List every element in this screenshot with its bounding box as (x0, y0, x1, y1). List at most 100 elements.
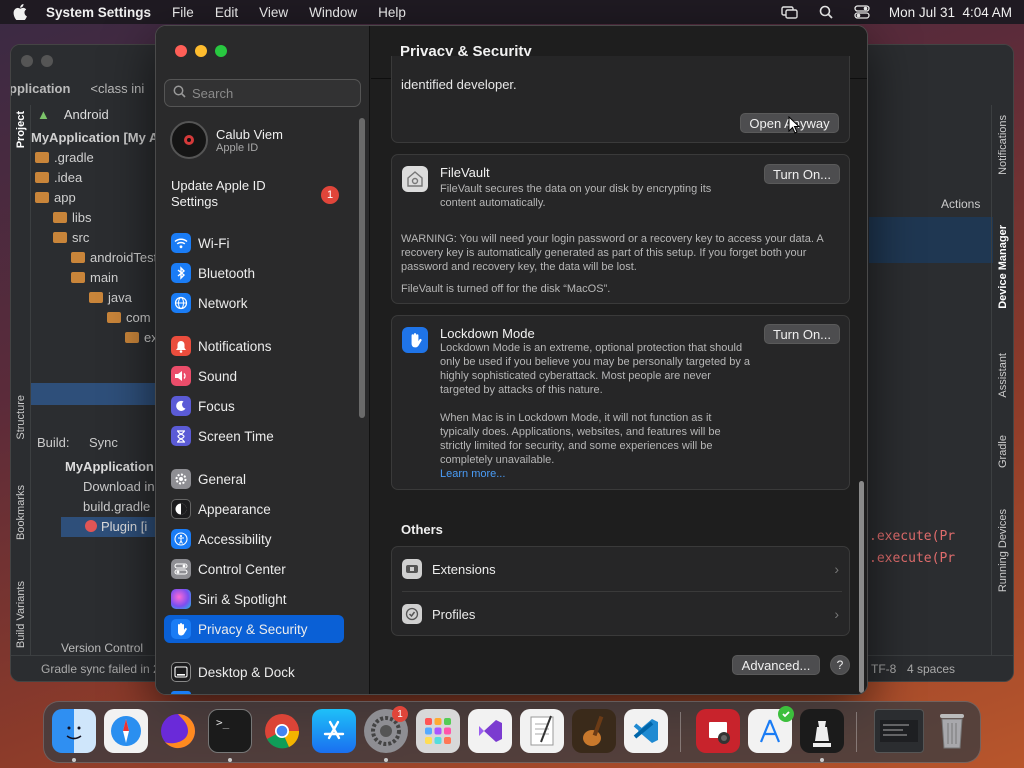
sidebar-item-general[interactable]: General (164, 465, 345, 493)
terminal-icon[interactable]: >_ (208, 709, 252, 753)
build-tab[interactable]: Build: (37, 435, 70, 450)
chrome-icon[interactable] (260, 709, 304, 753)
garageband-icon[interactable] (572, 709, 616, 753)
sidebar-item-privacy-security[interactable]: Privacy & Security (164, 615, 344, 643)
tree-row[interactable]: app (35, 187, 76, 207)
sidebar-item-screen-time[interactable]: Screen Time (164, 422, 345, 450)
build-tree-gradle[interactable]: build.gradle (83, 499, 150, 514)
learn-more-link[interactable]: Learn more... (440, 467, 505, 481)
ide-close-button[interactable] (21, 55, 33, 67)
sidebar-item-siri-spotlight[interactable]: Siri & Spotlight (164, 585, 345, 613)
menu-clock[interactable]: Mon Jul 31 4:04 AM (889, 5, 1012, 20)
notifications-tool-tab[interactable]: Notifications (997, 115, 1009, 175)
firefox-icon[interactable] (156, 709, 200, 753)
trash-icon[interactable] (930, 709, 974, 753)
tree-row[interactable]: java (89, 287, 132, 307)
build-tree-plugin[interactable]: Plugin [i (101, 519, 147, 534)
photo-booth-icon[interactable] (696, 709, 740, 753)
sidebar-item-network[interactable]: Network (164, 289, 345, 317)
status-message[interactable]: Gradle sync failed in 2 (41, 662, 160, 676)
content-scrollbar[interactable] (859, 481, 864, 693)
breadcrumb-class[interactable]: <class ini (90, 81, 144, 103)
sidebar-item-appearance[interactable]: Appearance (164, 495, 345, 523)
visual-studio-icon[interactable] (468, 709, 512, 753)
minimize-button[interactable] (195, 45, 207, 57)
close-button[interactable] (175, 45, 187, 57)
sidebar-item-bluetooth[interactable]: Bluetooth (164, 259, 345, 287)
help-menu[interactable]: Help (378, 5, 406, 20)
tree-row[interactable]: com (107, 307, 151, 327)
tree-row[interactable]: libs (53, 207, 92, 227)
extensions-row[interactable]: Extensions › (392, 547, 849, 591)
window-menu[interactable]: Window (309, 5, 357, 20)
sidebar-item-accessibility[interactable]: Accessibility (164, 525, 345, 553)
structure-tool-tab[interactable]: Structure (15, 395, 27, 440)
apple-id-account[interactable]: Calub Viem Apple ID (170, 118, 360, 162)
device-row[interactable] (869, 217, 993, 263)
sidebar-item-notifications[interactable]: Notifications (164, 332, 345, 360)
profiles-row[interactable]: Profiles › (392, 592, 849, 636)
project-tool-tab[interactable]: Project (15, 111, 27, 148)
build-variants-tool-tab[interactable]: Build Variants (15, 581, 27, 648)
version-control-tab[interactable]: Version Control (61, 641, 143, 655)
build-tree-download[interactable]: Download in (83, 479, 155, 494)
launchpad-icon[interactable] (416, 709, 460, 753)
app-store-icon[interactable] (312, 709, 356, 753)
filevault-turn-on-button[interactable]: Turn On... (764, 164, 840, 184)
advanced-button[interactable]: Advanced... (732, 655, 820, 675)
apple-icon[interactable] (12, 4, 28, 20)
app-menu[interactable]: System Settings (46, 5, 151, 20)
hand-icon (402, 327, 428, 353)
screen-mirroring-icon[interactable] (781, 4, 799, 20)
zoom-button[interactable] (215, 45, 227, 57)
search-field[interactable] (164, 79, 361, 107)
running-devices-tool-tab[interactable]: Running Devices (997, 509, 1009, 592)
sidebar-item-wifi[interactable]: Wi-Fi (164, 229, 345, 257)
project-panel: ▲ Android MyApplication [My A .gradle .i… (31, 105, 161, 405)
sidebar-item-control-center[interactable]: Control Center (164, 555, 345, 583)
ide-breadcrumb: pplication <class ini (11, 81, 144, 103)
edit-menu[interactable]: Edit (215, 5, 238, 20)
tree-row[interactable]: .idea (35, 167, 82, 187)
sidebar-scrollbar[interactable] (359, 118, 365, 418)
search-input[interactable] (192, 85, 352, 101)
spotlight-search-icon[interactable] (817, 4, 835, 20)
others-heading: Others (401, 522, 443, 537)
textedit-icon[interactable] (520, 709, 564, 753)
ide-minimize-button[interactable] (41, 55, 53, 67)
update-apple-id-item[interactable]: Update Apple ID Settings 1 (171, 178, 361, 218)
help-button[interactable]: ? (830, 655, 850, 675)
window-preview-icon[interactable] (874, 709, 924, 753)
sidebar-item-desktop-dock[interactable]: Desktop & Dock (164, 658, 345, 686)
lockdown-turn-on-button[interactable]: Turn On... (764, 324, 840, 344)
tree-row[interactable]: ex (125, 327, 158, 347)
sync-tab[interactable]: Sync (89, 435, 118, 450)
indent-indicator[interactable]: 4 spaces (907, 662, 955, 676)
sidebar-item-focus[interactable]: Focus (164, 392, 345, 420)
tree-row[interactable]: main (71, 267, 118, 287)
tree-row[interactable]: MyApplication [My A (31, 127, 158, 147)
gradle-tool-tab[interactable]: Gradle (997, 435, 1009, 468)
view-menu[interactable]: View (259, 5, 288, 20)
tree-row[interactable]: .gradle (35, 147, 94, 167)
filevault-description: FileVault secures the data on your disk … (440, 183, 712, 209)
view-selector[interactable]: ▲ Android (37, 107, 109, 122)
file-menu[interactable]: File (172, 5, 194, 20)
safari-icon[interactable] (104, 709, 148, 753)
device-manager-tool-tab[interactable]: Device Manager (997, 225, 1009, 309)
globe-icon (171, 293, 191, 313)
chess-icon[interactable] (800, 709, 844, 753)
control-center-icon[interactable] (853, 4, 871, 20)
build-tree-root[interactable]: MyApplication (65, 459, 154, 474)
tree-row[interactable]: androidTest (71, 247, 157, 267)
finder-icon[interactable] (52, 709, 96, 753)
bookmarks-tool-tab[interactable]: Bookmarks (15, 485, 27, 540)
assistant-tool-tab[interactable]: Assistant (997, 353, 1009, 398)
running-indicator (72, 758, 76, 762)
breadcrumb-project[interactable]: pplication (11, 81, 70, 103)
tree-label: MyApplication [My A (31, 129, 159, 145)
sidebar-item-sound[interactable]: Sound (164, 362, 345, 390)
vscode-icon[interactable] (624, 709, 668, 753)
encoding-indicator[interactable]: TF-8 (871, 662, 896, 676)
tree-row[interactable]: src (53, 227, 89, 247)
